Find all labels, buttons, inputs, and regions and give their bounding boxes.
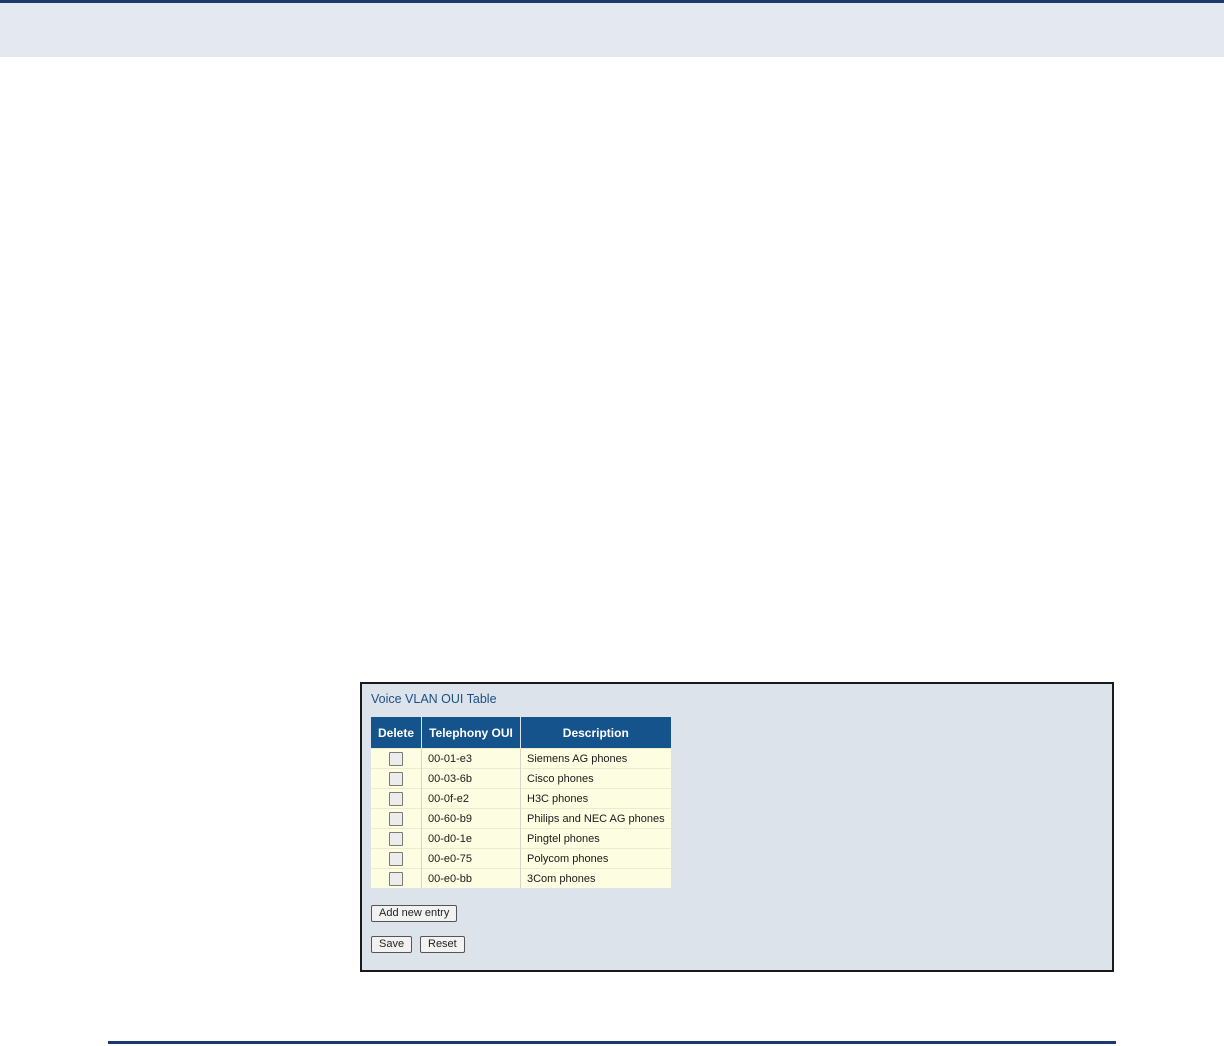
delete-checkbox[interactable] (389, 751, 403, 766)
voice-vlan-oui-panel: Voice VLAN OUI Table Delete Telephony OU… (360, 682, 1114, 972)
oui-cell: 00-03-6b (421, 768, 521, 789)
add-new-entry-button[interactable]: Add new entry (371, 905, 458, 922)
table-row: 00-e0-75 Polycom phones (371, 848, 671, 869)
oui-cell: 00-60-b9 (421, 808, 521, 829)
delete-cell (371, 868, 422, 888)
page-header-band (0, 3, 1224, 57)
description-cell: Philips and NEC AG phones (520, 808, 671, 829)
table-row: 00-60-b9 Philips and NEC AG phones (371, 808, 671, 829)
delete-cell (371, 788, 422, 809)
delete-checkbox[interactable] (389, 871, 403, 886)
description-cell: Pingtel phones (520, 828, 671, 849)
description-cell: 3Com phones (520, 868, 671, 888)
oui-cell: 00-e0-bb (421, 868, 521, 888)
oui-cell: 00-e0-75 (421, 848, 521, 869)
bottom-rule (108, 1041, 1116, 1044)
delete-cell (371, 748, 422, 769)
panel-title: Voice VLAN OUI Table (371, 692, 497, 706)
table-row: 00-0f-e2 H3C phones (371, 788, 671, 809)
description-cell: Cisco phones (520, 768, 671, 789)
reset-button[interactable]: Reset (420, 936, 465, 953)
description-cell: H3C phones (520, 788, 671, 809)
table-row: 00-01-e3 Siemens AG phones (371, 748, 671, 769)
table-row: 00-03-6b Cisco phones (371, 768, 671, 789)
delete-cell (371, 828, 422, 849)
description-cell: Siemens AG phones (520, 748, 671, 769)
oui-cell: 00-01-e3 (421, 748, 521, 769)
table-header-row: Delete Telephony OUI Description (371, 717, 671, 749)
table-row: 00-e0-bb 3Com phones (371, 868, 671, 888)
oui-cell: 00-d0-1e (421, 828, 521, 849)
delete-cell (371, 768, 422, 789)
description-cell: Polycom phones (520, 848, 671, 869)
table-row: 00-d0-1e Pingtel phones (371, 828, 671, 849)
delete-column-header: Delete (371, 717, 422, 749)
delete-cell (371, 848, 422, 869)
oui-table: Delete Telephony OUI Description 00-01-e… (371, 717, 671, 888)
delete-checkbox[interactable] (389, 831, 403, 846)
save-button[interactable]: Save (371, 936, 413, 953)
delete-checkbox[interactable] (389, 851, 403, 866)
description-column-header: Description (520, 717, 671, 749)
oui-column-header: Telephony OUI (421, 717, 521, 749)
oui-cell: 00-0f-e2 (421, 788, 521, 809)
delete-checkbox[interactable] (389, 791, 403, 806)
delete-cell (371, 808, 422, 829)
delete-checkbox[interactable] (389, 771, 403, 786)
delete-checkbox[interactable] (389, 811, 403, 826)
